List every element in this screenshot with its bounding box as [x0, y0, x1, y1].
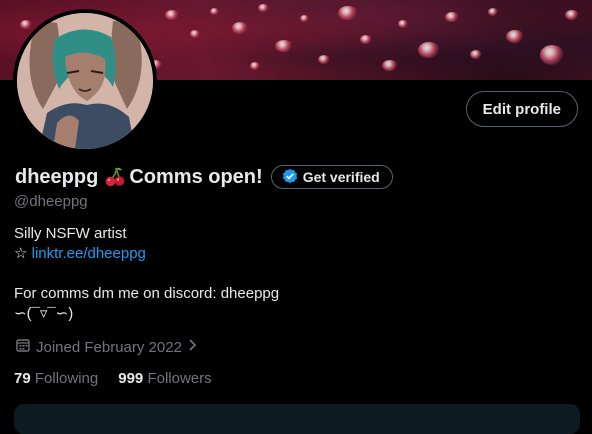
banner-droplet	[250, 62, 260, 70]
following-label: Following	[34, 370, 99, 387]
banner-droplet	[232, 22, 248, 34]
banner-droplet	[418, 42, 440, 58]
get-verified-button[interactable]: Get verified	[270, 165, 393, 189]
banner-droplet	[398, 20, 408, 28]
following-count: 79	[14, 370, 31, 387]
banner-droplet	[488, 8, 498, 16]
profile-bio: Silly NSFW artist ☆ linktr.ee/dheeppg Fo…	[14, 224, 279, 324]
banner-droplet	[190, 30, 200, 38]
profile-handle: @dheeppg	[14, 193, 88, 210]
banner-droplet	[318, 55, 330, 64]
star-glyph: ☆	[14, 245, 28, 262]
bio-line: ∽(¯▿¯∽)	[14, 305, 74, 322]
banner-droplet	[360, 35, 372, 44]
follow-stats: 79 Following 999 Followers	[14, 370, 212, 387]
followers-link[interactable]: 999 Followers	[118, 370, 211, 387]
banner-droplet	[258, 4, 269, 12]
banner-droplet	[165, 10, 179, 20]
chevron-right-icon	[187, 338, 199, 356]
cherry-emoji-icon	[104, 166, 126, 188]
profile-name-row: dheeppg Comms open! Get verified	[15, 162, 393, 192]
display-name: dheeppg	[15, 165, 99, 188]
banner-droplet	[506, 30, 524, 43]
joined-label: Joined February 2022	[36, 338, 182, 356]
banner-droplet	[565, 10, 579, 20]
banner-droplet	[470, 50, 482, 59]
verified-badge-icon	[282, 168, 298, 187]
bio-link[interactable]: linktr.ee/dheeppg	[32, 245, 146, 262]
profile-info-card	[14, 404, 580, 434]
followers-count: 999	[118, 370, 144, 387]
display-name-suffix: Comms open!	[129, 165, 263, 188]
banner-droplet	[540, 45, 564, 65]
edit-profile-button[interactable]: Edit profile	[465, 91, 578, 127]
bio-line: For comms dm me on discord: dheeppg	[14, 285, 280, 302]
profile-avatar[interactable]	[13, 9, 157, 153]
joined-date[interactable]: Joined February 2022	[15, 337, 199, 357]
banner-droplet	[338, 6, 358, 20]
bio-line: Silly NSFW artist	[14, 225, 127, 242]
banner-droplet	[20, 20, 32, 29]
calendar-icon	[15, 337, 31, 357]
avatar-illustration	[17, 13, 153, 149]
banner-droplet	[275, 40, 293, 52]
followers-label: Followers	[147, 370, 212, 387]
banner-droplet	[382, 60, 398, 71]
banner-droplet	[300, 15, 309, 22]
banner-droplet	[445, 12, 459, 22]
bio-link-line: ☆ linktr.ee/dheeppg	[14, 244, 279, 264]
get-verified-label: Get verified	[302, 169, 380, 185]
banner-droplet	[210, 8, 219, 15]
following-link[interactable]: 79 Following	[14, 370, 98, 387]
bio-spacer	[14, 264, 279, 284]
